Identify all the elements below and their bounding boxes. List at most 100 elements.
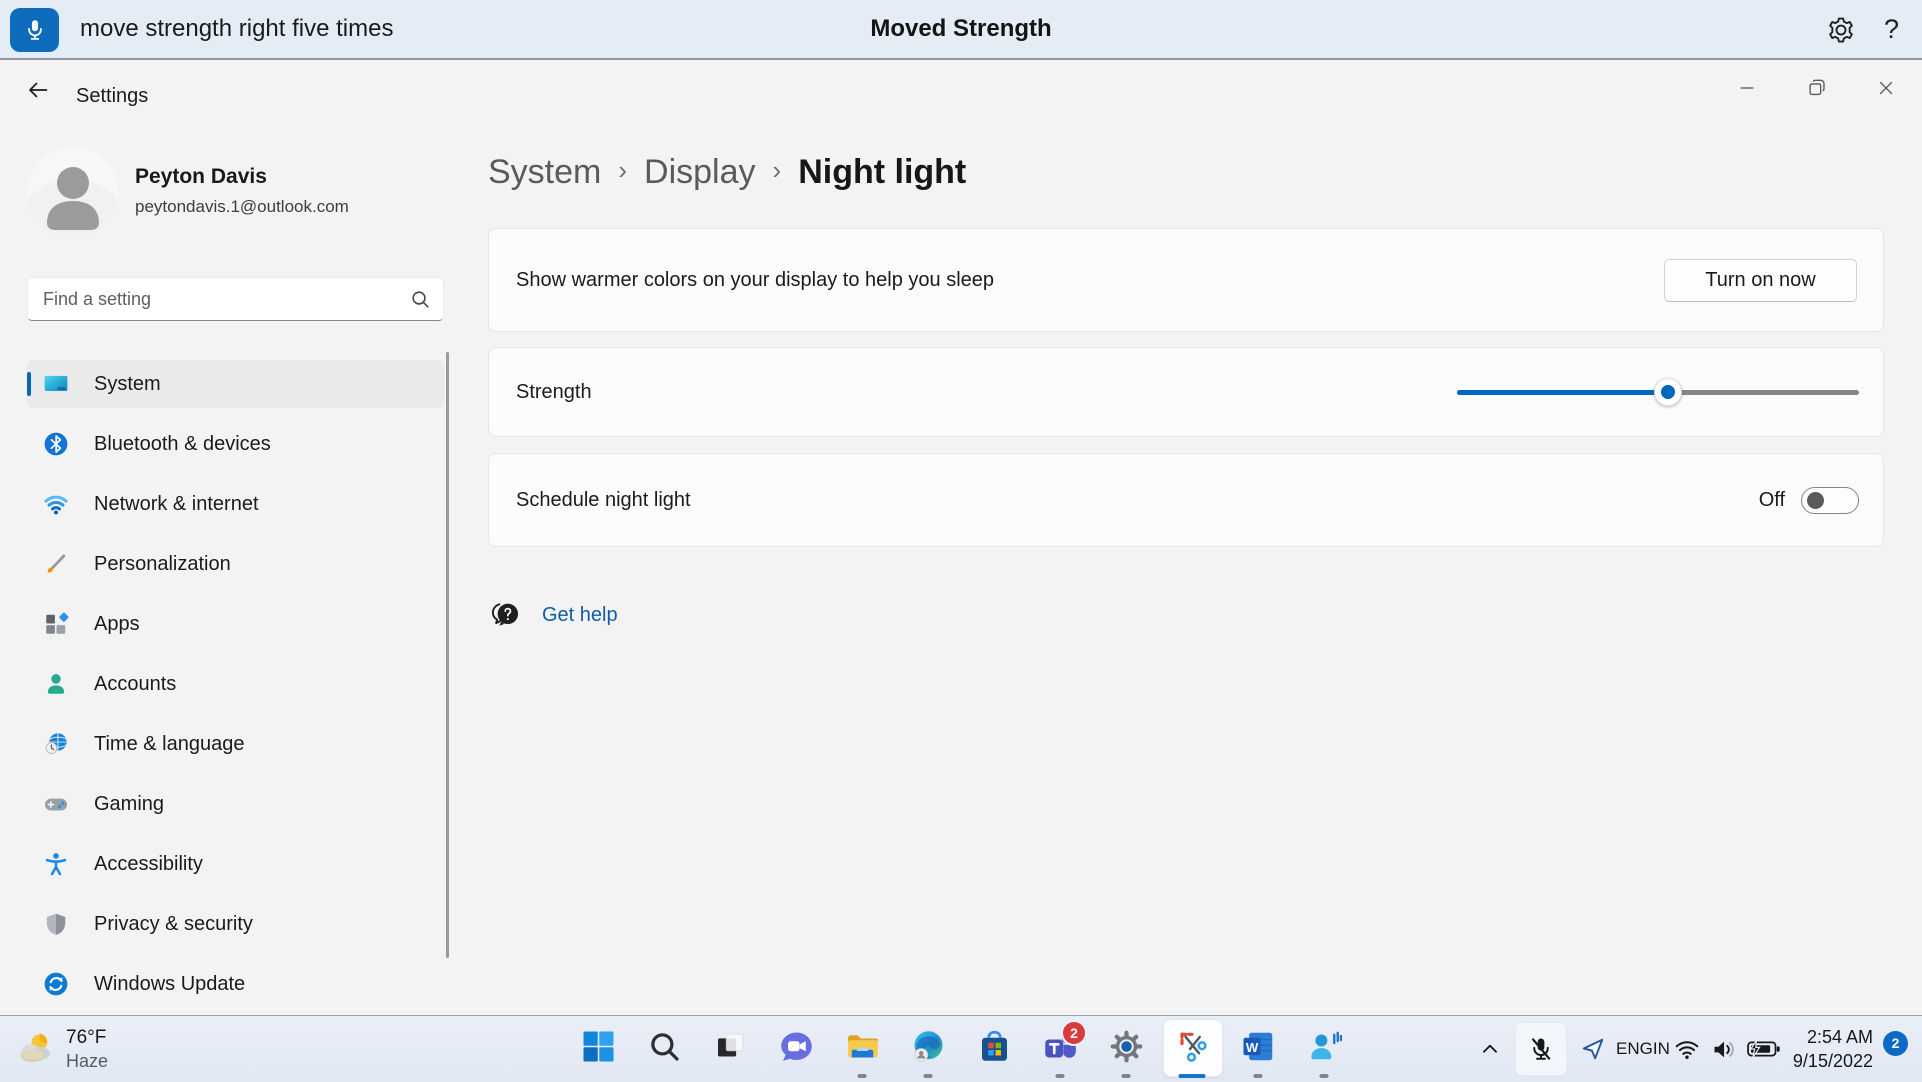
- taskbar-app-task-view[interactable]: [697, 1016, 763, 1082]
- taskbar-app-start[interactable]: [565, 1016, 631, 1082]
- taskbar-app-store[interactable]: [961, 1016, 1027, 1082]
- schedule-toggle-group: Off: [1758, 486, 1859, 514]
- location-in-use-indicator[interactable]: [1571, 1029, 1615, 1069]
- voice-action-title: Moved Strength: [870, 15, 1052, 42]
- running-indicator: [857, 1074, 867, 1078]
- taskbar-app-file-explorer[interactable]: [829, 1016, 895, 1082]
- toggle-knob: [1807, 491, 1824, 509]
- sidebar-item-privacy[interactable]: Privacy & security: [27, 900, 444, 948]
- volume-status[interactable]: [1705, 1036, 1743, 1063]
- privacy-icon: [43, 911, 69, 937]
- sidebar-item-accessibility[interactable]: Accessibility: [27, 840, 444, 888]
- clock-time: 2:54 AM: [1806, 1027, 1873, 1047]
- tray-chevron-up[interactable]: [1471, 1029, 1509, 1069]
- language-indicator[interactable]: ENG IN: [1616, 1038, 1670, 1060]
- search-input[interactable]: [28, 278, 443, 320]
- get-help-row: Get help: [488, 598, 618, 632]
- strength-slider[interactable]: [1457, 378, 1859, 406]
- taskbar-app-word[interactable]: W: [1225, 1016, 1291, 1082]
- restore-button[interactable]: [1794, 72, 1840, 104]
- running-indicator: [1319, 1074, 1329, 1078]
- screen: move strength right five times Moved Str…: [0, 0, 1922, 1082]
- running-indicator: [1121, 1074, 1131, 1078]
- sidebar-item-network[interactable]: Network & internet: [27, 480, 444, 528]
- update-icon: [43, 971, 69, 997]
- sidebar-scrollbar[interactable]: [446, 352, 449, 958]
- search-icon: [647, 1029, 682, 1069]
- sidebar-item-time[interactable]: Time & language: [27, 720, 444, 768]
- avatar[interactable]: [27, 147, 119, 239]
- system-tray: ENG IN 2:54 AM 9/15/2022 2: [1471, 1016, 1922, 1082]
- breadcrumb: System › Display › Night light: [488, 146, 966, 198]
- microphone-muted-button[interactable]: [1514, 1022, 1567, 1076]
- battery-status[interactable]: [1743, 1040, 1785, 1058]
- battery-charging-icon: [1747, 1040, 1780, 1058]
- warm-colors-card: Show warmer colors on your display to he…: [488, 228, 1884, 332]
- weather-temperature: 76°F: [66, 1027, 107, 1048]
- taskbar-app-chat[interactable]: [763, 1016, 829, 1082]
- taskbar-app-edge[interactable]: [895, 1016, 961, 1082]
- sidebar-item-label: Gaming: [94, 792, 165, 815]
- settings-icon: [1109, 1029, 1144, 1069]
- personalization-icon: [43, 551, 69, 577]
- back-arrow-icon: [29, 82, 48, 98]
- gear-icon[interactable]: [1826, 15, 1856, 45]
- minimize-button[interactable]: [1724, 72, 1770, 104]
- strength-card: Strength: [488, 347, 1884, 437]
- sidebar-item-label: Network & internet: [94, 492, 259, 515]
- sidebar-item-label: Time & language: [94, 732, 245, 755]
- word-icon: W: [1241, 1029, 1276, 1069]
- apps-icon: [43, 611, 69, 637]
- breadcrumb-system[interactable]: System: [488, 153, 601, 192]
- wifi-status[interactable]: [1669, 1036, 1705, 1062]
- running-indicator: [1178, 1074, 1206, 1078]
- get-help-link[interactable]: Get help: [542, 604, 618, 627]
- turn-on-now-button[interactable]: Turn on now: [1664, 258, 1857, 302]
- slider-thumb[interactable]: [1654, 378, 1683, 406]
- breadcrumb-display[interactable]: Display: [644, 153, 755, 192]
- snipping-tool-icon: [1175, 1029, 1210, 1069]
- sidebar-item-label: Apps: [94, 612, 140, 635]
- help-icon[interactable]: ?: [1884, 0, 1899, 58]
- clock[interactable]: 2:54 AM 9/15/2022: [1793, 1025, 1873, 1073]
- taskbar-apps: 2W: [565, 1016, 1357, 1082]
- sidebar-item-label: System: [94, 372, 161, 395]
- sidebar-item-personalization[interactable]: Personalization: [27, 540, 444, 588]
- schedule-card: Schedule night light Off: [488, 453, 1884, 547]
- close-icon: [1879, 81, 1893, 95]
- taskbar-app-settings[interactable]: [1093, 1016, 1159, 1082]
- sidebar-item-system[interactable]: System: [27, 360, 444, 408]
- back-button[interactable]: [20, 76, 56, 104]
- sidebar-item-accounts[interactable]: Accounts: [27, 660, 444, 708]
- help-chat-icon: [491, 603, 519, 626]
- search-icon[interactable]: [410, 289, 431, 310]
- sidebar-item-label: Accounts: [94, 672, 177, 695]
- running-indicator: [1055, 1074, 1065, 1078]
- sidebar-item-gaming[interactable]: Gaming: [27, 780, 444, 828]
- schedule-toggle[interactable]: [1801, 486, 1859, 514]
- time-icon: [43, 731, 69, 757]
- window-title: Settings: [76, 85, 149, 107]
- weather-widget[interactable]: 76°F Haze: [16, 1016, 108, 1082]
- taskbar-app-search[interactable]: [631, 1016, 697, 1082]
- chevron-up-icon: [1482, 1044, 1497, 1053]
- person-icon: [27, 167, 119, 239]
- taskbar-app-voice-access[interactable]: [1291, 1016, 1357, 1082]
- voice-access-icon: [1307, 1029, 1342, 1069]
- sidebar-item-update[interactable]: Windows Update: [27, 960, 444, 1008]
- svg-text:W: W: [1245, 1040, 1258, 1055]
- clock-date: 9/15/2022: [1792, 1051, 1873, 1071]
- notification-count-badge[interactable]: 2: [1883, 1030, 1908, 1056]
- toggle-state-label: Off: [1758, 488, 1785, 511]
- chevron-right-icon: ›: [772, 154, 782, 185]
- profile-name: Peyton Davis: [135, 165, 267, 188]
- sidebar-item-bluetooth[interactable]: Bluetooth & devices: [27, 420, 444, 468]
- close-button[interactable]: [1863, 72, 1909, 104]
- taskbar-app-teams[interactable]: 2: [1027, 1016, 1093, 1082]
- taskbar-app-snipping-tool[interactable]: [1159, 1016, 1225, 1082]
- sidebar-item-apps[interactable]: Apps: [27, 600, 444, 648]
- slider-fill: [1457, 390, 1669, 395]
- sidebar-item-label: Personalization: [94, 552, 231, 575]
- running-indicator: [1253, 1074, 1263, 1078]
- microphone-muted-icon: [1531, 1038, 1551, 1060]
